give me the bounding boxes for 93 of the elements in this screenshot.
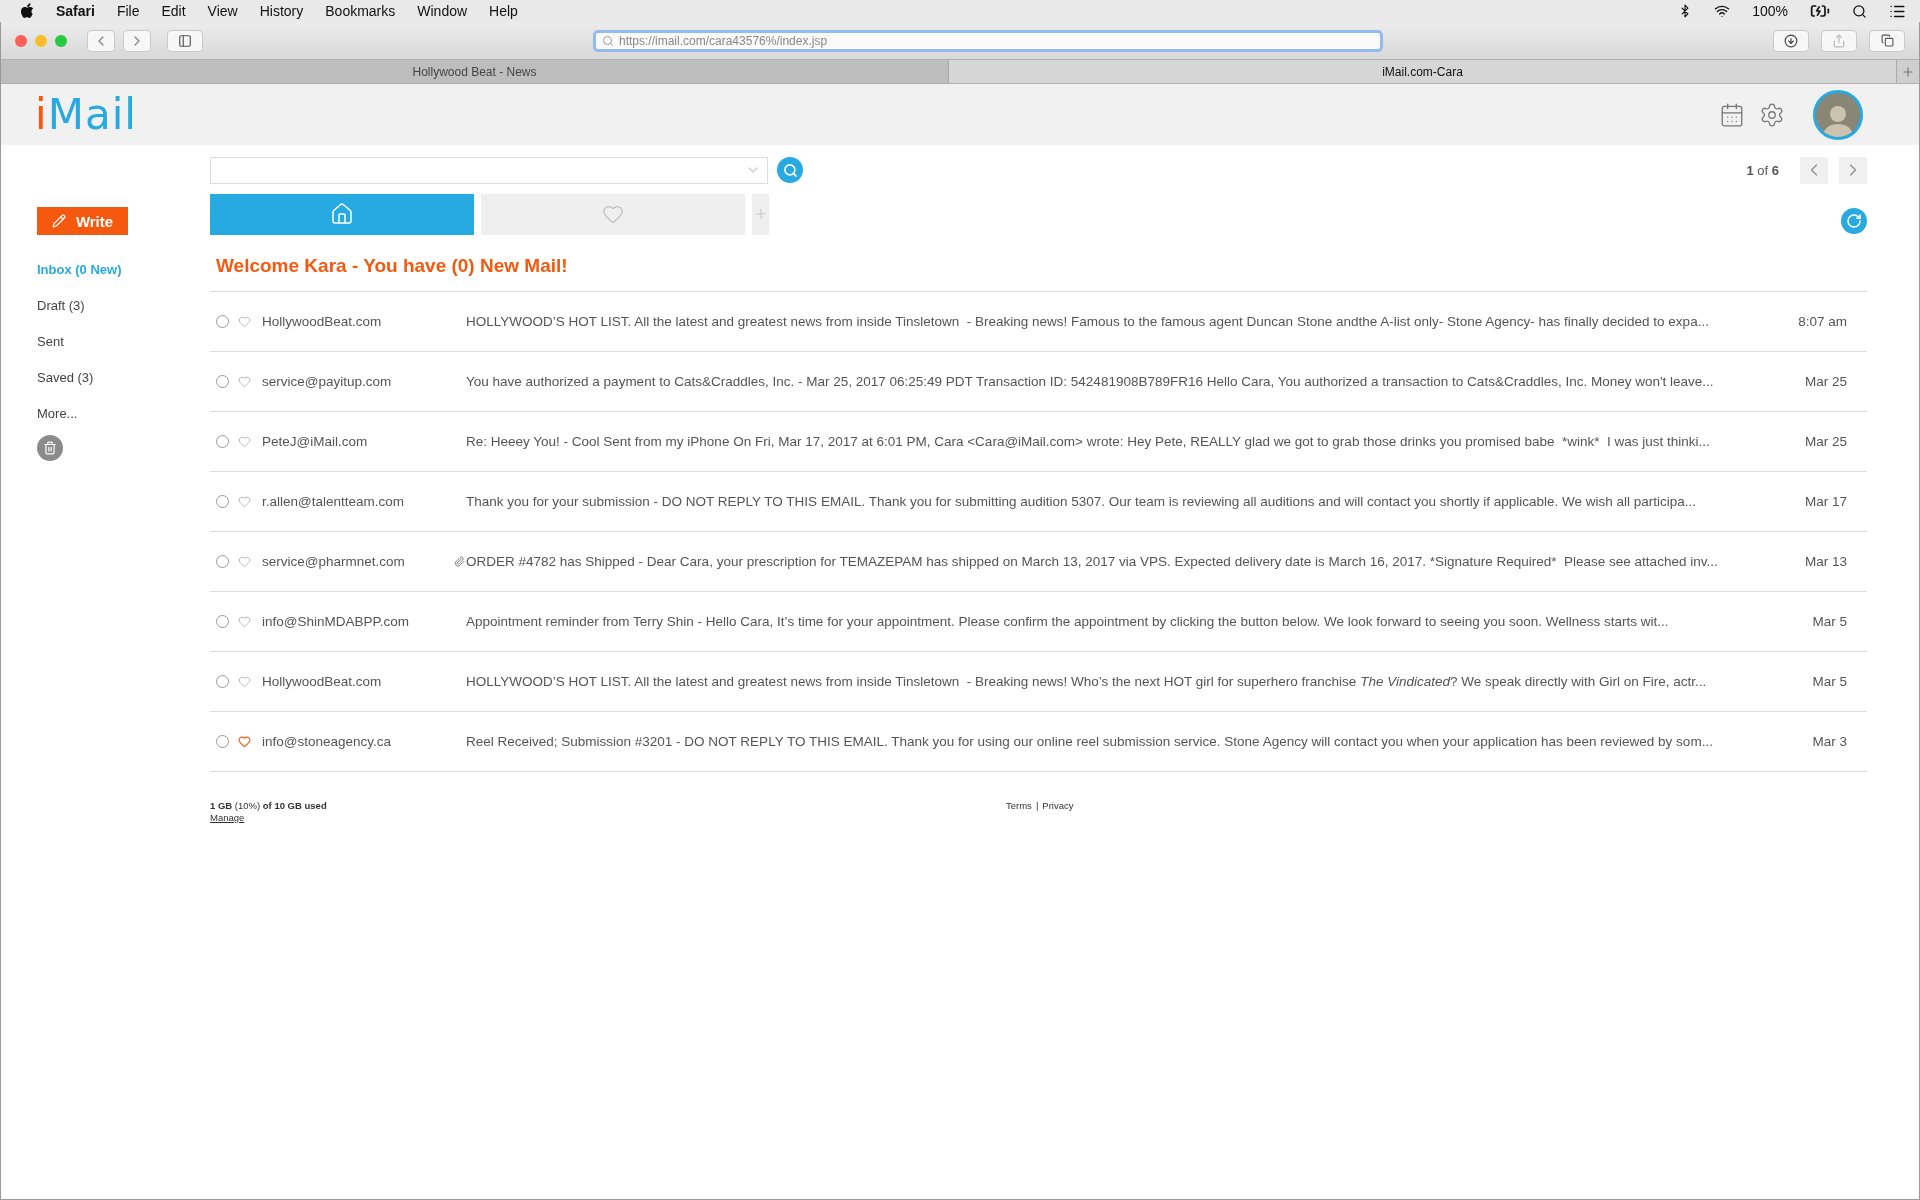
message-sender: service@pharmnet.com xyxy=(262,554,406,569)
share-icon xyxy=(1832,33,1846,48)
message-snippet: ORDER #4782 has Shipped - Dear Cara, your prescription for TEMAZEPAM has shipped on March 13, 2017 via VPS. Expected delivery date is March 16, 2017. *Signature Required* Please see attached inv... xyxy=(466,554,1718,569)
message-date: 8:07 am xyxy=(1797,314,1848,329)
menu-item[interactable]: Edit xyxy=(161,3,186,19)
sidebar-button[interactable] xyxy=(167,29,203,52)
message-sender: HollywoodBeat.com xyxy=(262,674,383,689)
message-snippet: Re: Heeey You! - Cool Sent from my iPhone On Fri, Mar 17, 2017 at 6:01 PM, Cara <Cara@iMail.com> wrote: Hey Pete, REALLY glad we got to grab those drinks you promised babe *wink* I was just thinki... xyxy=(466,434,1710,449)
message-date: Mar 25 xyxy=(1803,374,1848,389)
trash-button[interactable] xyxy=(37,435,63,461)
next-page-button[interactable] xyxy=(1839,156,1867,184)
minimize-button[interactable] xyxy=(35,34,47,47)
forward-button[interactable] xyxy=(123,29,151,52)
message-date: Mar 3 xyxy=(1811,734,1848,749)
search-icon xyxy=(602,34,614,47)
refresh-icon xyxy=(1846,213,1862,229)
menu-item[interactable]: Bookmarks xyxy=(325,3,396,19)
zoom-button[interactable] xyxy=(55,34,67,47)
folder-link[interactable]: Sent xyxy=(37,323,210,359)
menu-item[interactable]: History xyxy=(259,3,304,19)
avatar[interactable] xyxy=(1813,89,1863,140)
app-menu[interactable]: Safari xyxy=(56,3,95,19)
sidebar-icon xyxy=(178,33,192,48)
calendar-icon[interactable] xyxy=(1719,101,1745,128)
storage-usage: 1 GB (10%) of 10 GB used xyxy=(210,800,328,811)
message-sender: r.allen@talentteam.com xyxy=(262,494,406,509)
browser-tab[interactable]: Hollywood Beat - News xyxy=(1,60,949,83)
add-tab-button[interactable] xyxy=(752,193,769,235)
message-sender: HollywoodBeat.com xyxy=(262,314,383,329)
write-label: Write xyxy=(75,212,114,230)
message-snippet: HOLLYWOOD’S HOT LIST. All the latest and greatest news from inside Tinsletown - Breaking news! Famous to the famous agent Duncan Stone andthe A-list only- Stone Agency- has finally decided to expa... xyxy=(466,314,1709,329)
message-sender: info@stoneagency.ca xyxy=(262,734,393,749)
browser-tab[interactable]: iMail.com-Cara xyxy=(949,60,1897,83)
message-date: Mar 17 xyxy=(1803,494,1848,509)
terms-link[interactable]: Terms xyxy=(1006,800,1032,823)
favorite-heart-icon[interactable] xyxy=(238,615,251,628)
menu-item[interactable]: Help xyxy=(489,3,518,19)
message-sender: info@ShinMDABPP.com xyxy=(262,614,411,629)
folder-link[interactable]: More... xyxy=(37,395,210,431)
message-snippet: Thank you for your submission - DO NOT REPLY TO THIS EMAIL. Thank you for submitting audition 5307. Our team is reviewing all auditions and will contact you shortly if applicable. We wish all participa... xyxy=(466,494,1697,509)
message-snippet: HOLLYWOOD’S HOT LIST. All the latest and greatest news from inside Tinsletown - Breaking news! Who’s the next HOT girl for superhero franchise The Vindicated? We speak directly with Girl on Fire, actr... xyxy=(466,674,1707,689)
menu-item[interactable]: Window xyxy=(417,3,468,19)
menu-item[interactable]: View xyxy=(207,3,238,19)
refresh-button[interactable] xyxy=(1841,208,1867,234)
battery-percent: 100% xyxy=(1752,3,1788,19)
folder-link[interactable]: Saved (3) xyxy=(37,359,210,395)
message-date: Mar 5 xyxy=(1811,614,1848,629)
address-field[interactable]: https://imail.com/cara43576%/index.jsp xyxy=(593,29,1383,52)
mail-tab[interactable] xyxy=(210,193,474,235)
message-date: Mar 25 xyxy=(1803,434,1848,449)
search-icon xyxy=(782,162,798,178)
favorite-heart-icon[interactable] xyxy=(238,375,251,388)
plus-icon xyxy=(1901,64,1915,79)
search-button[interactable] xyxy=(777,157,803,183)
message-sender: service@payitup.com xyxy=(262,374,393,389)
close-button[interactable] xyxy=(15,34,27,47)
trash-icon xyxy=(43,441,57,455)
search-field[interactable] xyxy=(210,156,768,184)
wifi-icon[interactable] xyxy=(1714,3,1731,19)
previous-page-button[interactable] xyxy=(1800,156,1828,184)
message-snippet: Appointment reminder from Terry Shin - Hello Cara, It’s time for your appointment. Please confirm the appointment by clicking the button below. We look forward to seeing you soon. Wellness starts wit... xyxy=(466,614,1669,629)
tabs-button[interactable] xyxy=(1869,29,1905,52)
share-button[interactable] xyxy=(1821,29,1857,52)
message-sender: PeteJ@iMail.com xyxy=(262,434,369,449)
message-snippet: Reel Received; Submission #3201 - DO NOT REPLY TO THIS EMAIL. Thank you for using our online reel submission service. Stone Agency will contact you when your application has been reviewed by som... xyxy=(466,734,1713,749)
favorite-heart-icon[interactable] xyxy=(238,315,251,328)
settings-icon[interactable] xyxy=(1759,101,1785,128)
tabs-icon xyxy=(1880,34,1894,47)
favorite-heart-icon[interactable] xyxy=(238,675,251,688)
download-button[interactable] xyxy=(1773,29,1809,52)
welcome-heading: Welcome Kara - You have (0) New Mail! xyxy=(216,255,569,277)
back-button[interactable] xyxy=(87,29,115,52)
favorite-heart-icon[interactable] xyxy=(238,555,251,568)
favorite-heart-icon[interactable] xyxy=(238,435,251,448)
search-icon[interactable] xyxy=(1852,3,1867,19)
menu-item[interactable]: File xyxy=(116,3,140,19)
download-icon xyxy=(1784,33,1798,48)
message-date: Mar 13 xyxy=(1803,554,1848,569)
imail-logo: i Mail xyxy=(35,90,137,139)
folder-link[interactable]: Draft (3) xyxy=(37,287,210,323)
heart-icon xyxy=(602,203,624,225)
manage-link[interactable]: Manage xyxy=(210,812,1006,823)
apple-logo-icon[interactable] xyxy=(20,3,34,19)
favorite-heart-icon[interactable] xyxy=(238,735,251,748)
message-snippet: You have authorized a payment to Cats&Craddles, Inc. - Mar 25, 2017 06:25:49 PDT Transaction ID: 542481908B789FR16 Hello Cara, You authorized a transaction to Cats&Craddles, Inc. Money won't leave... xyxy=(466,374,1714,389)
new-tab-button[interactable] xyxy=(1897,60,1919,83)
home-icon xyxy=(330,202,354,226)
link-divider: | xyxy=(1035,800,1039,813)
message-date: Mar 5 xyxy=(1811,674,1848,689)
pencil-icon xyxy=(51,214,66,228)
privacy-link[interactable]: Privacy xyxy=(1042,800,1074,823)
page-indicator: 1 of 6 xyxy=(1746,162,1779,178)
favorite-heart-icon[interactable] xyxy=(238,495,251,508)
